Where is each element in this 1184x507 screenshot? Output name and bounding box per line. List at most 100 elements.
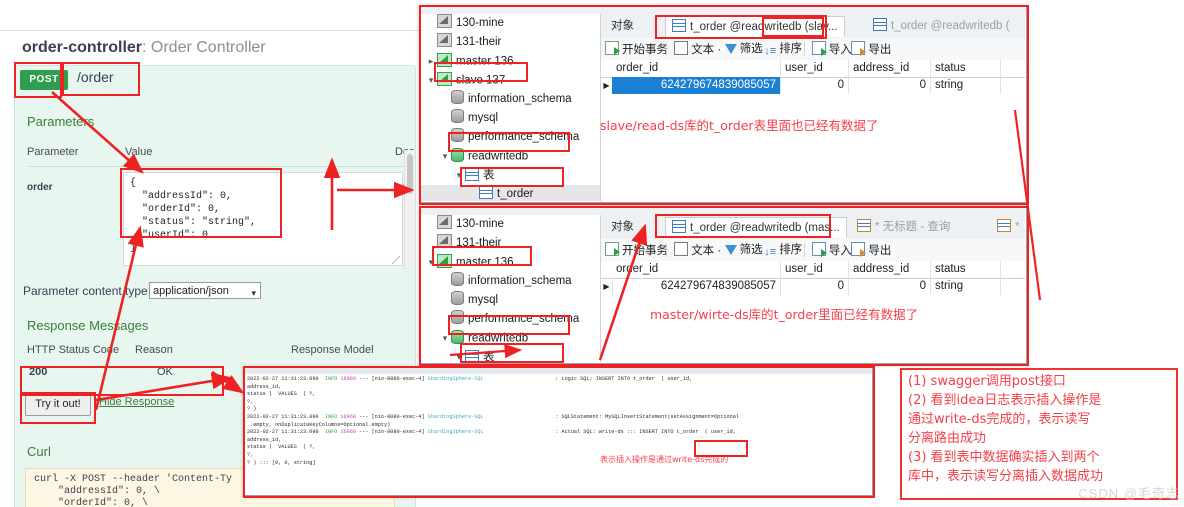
content-type-value: application/json xyxy=(153,285,229,297)
toolbar-button[interactable]: 筛选 xyxy=(724,242,763,258)
column-header[interactable]: user_id xyxy=(781,60,849,77)
tree-node[interactable]: t_order xyxy=(421,185,600,201)
table-cell[interactable]: 624279674839085057 xyxy=(612,278,781,295)
toolbar-button[interactable]: 文本 · xyxy=(674,41,721,57)
tree-node[interactable]: 131-their xyxy=(421,33,600,52)
toolbar-button[interactable]: 开始事务 xyxy=(605,41,668,57)
tab-query-untitled-2[interactable]: * xyxy=(991,217,1025,238)
column-header[interactable]: order_id xyxy=(612,60,781,77)
tree-node[interactable]: information_schema xyxy=(421,90,600,109)
tree-node[interactable]: performance_schema xyxy=(421,310,600,329)
connection-icon xyxy=(437,14,452,28)
textarea-resize-grip[interactable] xyxy=(392,256,400,264)
toolbar-button-label: 文本 · xyxy=(691,44,722,56)
tree-node-label: t_order xyxy=(497,188,534,200)
tree-node[interactable]: ▾ master 136 xyxy=(421,253,600,272)
toolbar-slave[interactable]: 开始事务 文本 · 筛选 ↓≡ 排序 导入 导出 xyxy=(601,38,1025,61)
tree-node-label: 131-their xyxy=(456,36,502,48)
toolbar-button[interactable]: ↓≡ 排序 xyxy=(764,41,802,57)
log-line: 2022-02-27 11:31:23.090 INFO 16960 --- [… xyxy=(247,413,739,420)
database-tree-slave[interactable]: 130-mine 131-their ▸ master 136 ▾ slave 137 in… xyxy=(421,14,601,201)
toolbar-button-label: 开始事务 xyxy=(622,245,668,257)
tree-node[interactable]: ▾ readwritedb xyxy=(421,329,600,348)
table-row[interactable]: ▶ 624279674839085057 0 0 string xyxy=(601,77,1025,94)
tree-expand-arrow[interactable]: ▾ xyxy=(425,71,437,90)
table-cell[interactable]: 0 xyxy=(781,77,849,94)
text-icon xyxy=(674,242,689,256)
table-row[interactable]: ▶ 624279674839085057 0 0 string xyxy=(601,278,1025,295)
database-icon xyxy=(451,90,464,104)
toolbar-button[interactable]: 导出 xyxy=(851,242,891,258)
table-cell[interactable]: 0 xyxy=(781,278,849,295)
log-line: address_id, xyxy=(247,383,282,390)
page-title: order-controller: Order Controller xyxy=(22,39,266,57)
table-icon xyxy=(479,186,493,199)
response-reason: OK xyxy=(157,366,173,378)
tab-objects-slave[interactable]: 对象 xyxy=(605,16,640,37)
tree-node[interactable]: 130-mine xyxy=(421,14,600,33)
param-json-body: { "addressId": 0, "orderId": 0, "status"… xyxy=(130,178,257,254)
column-header[interactable]: address_id xyxy=(849,261,931,278)
annotation-line: (3) 看到表中数据确实插入到两个 xyxy=(908,450,1100,465)
toolbar-button[interactable]: ↓≡ 排序 xyxy=(764,242,802,258)
column-header[interactable]: address_id xyxy=(849,60,931,77)
swagger-scrollbar[interactable] xyxy=(404,150,415,270)
database-icon xyxy=(451,291,464,305)
table-cell[interactable]: string xyxy=(931,77,1001,94)
tree-node[interactable]: 130-mine xyxy=(421,215,600,234)
tab-query-untitled[interactable]: * 无标题 - 查询 xyxy=(851,217,956,238)
toolbar-button[interactable]: 开始事务 xyxy=(605,242,668,258)
tree-expand-arrow[interactable]: ▾ xyxy=(439,329,451,348)
tab-objects-master[interactable]: 对象 xyxy=(605,217,640,238)
tree-node[interactable]: ▾ 表 xyxy=(421,348,600,362)
tree-expand-arrow[interactable]: ▾ xyxy=(453,166,465,185)
toolbar-button[interactable]: 筛选 xyxy=(724,41,763,57)
content-type-select[interactable]: application/json ▾ xyxy=(149,282,261,299)
content-type-label: Parameter content type: xyxy=(23,284,152,298)
operation-header[interactable]: POST /order xyxy=(15,66,415,94)
tab-torder-slave[interactable]: t_order @readwritedb (slav... xyxy=(665,16,845,37)
table-cell[interactable]: 0 xyxy=(849,77,931,94)
column-header[interactable]: status xyxy=(931,261,1001,278)
toolbar-master[interactable]: 开始事务 文本 · 筛选 ↓≡ 排序 导入 导出 xyxy=(601,239,1025,262)
tree-node[interactable]: mysql xyxy=(421,109,600,128)
tree-node[interactable]: performance_schema xyxy=(421,128,600,147)
tab-torder-master[interactable]: t_order @readwritedb (mas... xyxy=(665,217,847,238)
tree-node[interactable]: ▸ master 136 xyxy=(421,52,600,71)
tree-node[interactable]: ▾ 表 xyxy=(421,166,600,185)
tab-torder-master-inactive[interactable]: t_order @readwritedb ( xyxy=(867,16,1015,37)
annotation-line: 分离路由成功 xyxy=(908,431,987,446)
database-icon xyxy=(451,147,464,162)
toolbar-button[interactable]: 导入 xyxy=(811,41,852,57)
tree-node[interactable]: mysql xyxy=(421,291,600,310)
tree-expand-arrow[interactable]: ▸ xyxy=(425,52,437,71)
hide-response-link[interactable]: Hide Response xyxy=(99,396,174,408)
text-icon xyxy=(674,41,689,55)
tree-expand-arrow[interactable]: ▾ xyxy=(425,253,437,272)
tree-expand-arrow[interactable]: ▾ xyxy=(439,147,451,166)
tree-node[interactable]: ▾ slave 137 xyxy=(421,71,600,90)
toolbar-button[interactable]: 导入 xyxy=(811,242,852,258)
column-header[interactable]: order_id xyxy=(612,261,781,278)
database-tree-master[interactable]: 130-mine 131-their ▾ master 136 information_… xyxy=(421,215,601,362)
export-icon xyxy=(851,242,867,257)
column-header[interactable]: status xyxy=(931,60,1001,77)
table-cell[interactable]: string xyxy=(931,278,1001,295)
tree-node-label: 130-mine xyxy=(456,218,504,230)
curl-heading: Curl xyxy=(27,444,51,459)
tree-expand-arrow[interactable]: ▾ xyxy=(453,348,465,362)
toolbar-button[interactable]: 导出 xyxy=(851,41,891,57)
grid-header-row: order_id user_id address_id status xyxy=(601,261,1025,279)
table-cell[interactable]: 0 xyxy=(849,278,931,295)
column-header[interactable]: user_id xyxy=(781,261,849,278)
try-it-out-button[interactable]: Try it out! xyxy=(25,392,91,416)
toolbar-button[interactable]: 文本 · xyxy=(674,242,721,258)
tree-node-label: information_schema xyxy=(468,275,572,287)
query-icon xyxy=(857,219,871,232)
tree-node-label: mysql xyxy=(468,112,499,124)
table-cell[interactable]: 624279674839085057 xyxy=(612,77,781,94)
param-value-textarea[interactable]: { "addressId": 0, "orderId": 0, "status"… xyxy=(123,172,403,266)
tree-node[interactable]: 131-their xyxy=(421,234,600,253)
tree-node[interactable]: ▾ readwritedb xyxy=(421,147,600,166)
tree-node[interactable]: information_schema xyxy=(421,272,600,291)
